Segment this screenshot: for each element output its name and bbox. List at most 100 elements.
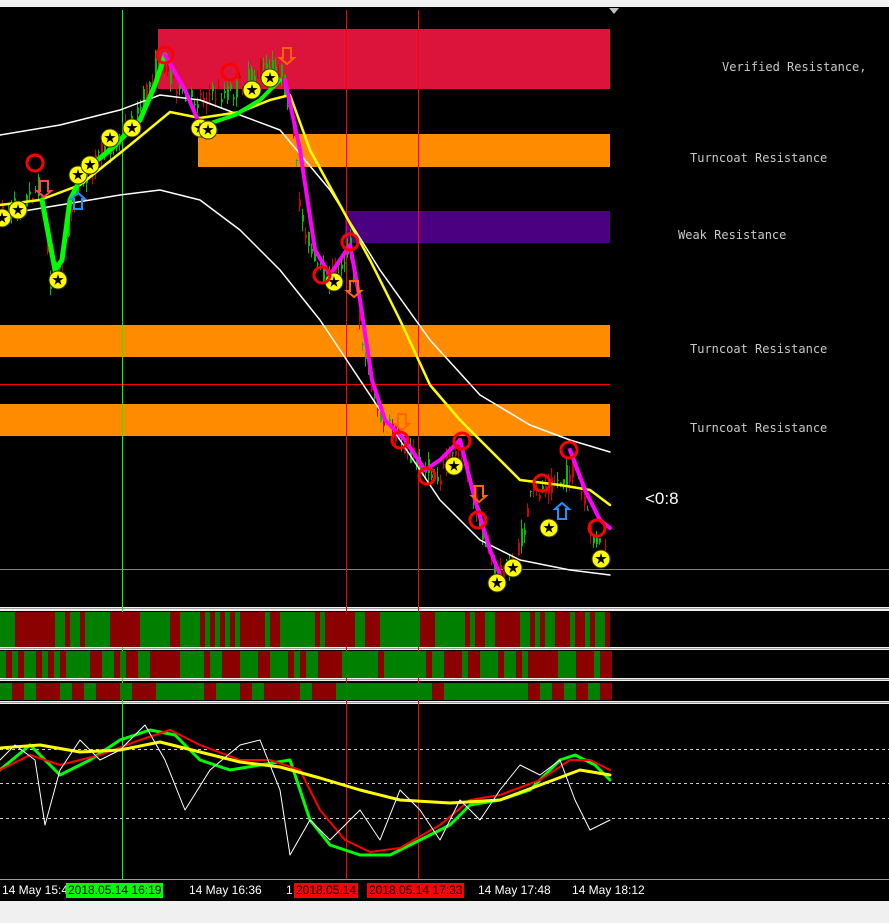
candle-body <box>224 90 226 93</box>
heatbar-cell <box>396 683 408 700</box>
heatbar-cell <box>438 651 444 678</box>
candle-body <box>518 542 520 555</box>
chart-shift-arrow-icon[interactable] <box>609 8 619 14</box>
heatbar-cell <box>348 683 360 700</box>
heatbar-cell <box>12 651 18 678</box>
heatbar-cell <box>360 612 365 647</box>
heatbar-cell <box>470 612 475 647</box>
heatbar-cell <box>354 651 360 678</box>
candle-body <box>440 480 442 485</box>
heatbar-cell <box>78 651 84 678</box>
candle-body <box>281 64 283 78</box>
heatbar-cell <box>120 651 126 678</box>
candle-body <box>218 86 220 88</box>
main-pane-bg <box>0 7 889 607</box>
heatbar-cell <box>264 651 270 678</box>
heatbar-cell <box>355 612 360 647</box>
price-chart[interactable] <box>0 0 889 923</box>
heatbar-cell <box>300 612 305 647</box>
heatbar-cell <box>342 651 348 678</box>
heatbar-cell <box>84 651 90 678</box>
heatbar-cell <box>375 612 380 647</box>
heatbar-cell <box>560 612 565 647</box>
turncoat-resistance-zone-3 <box>0 404 610 436</box>
heatbar-cell <box>190 612 195 647</box>
heatbar-cell <box>380 612 385 647</box>
heatbar-cell <box>20 612 25 647</box>
heatbar-cell <box>324 651 330 678</box>
candle-body <box>539 494 541 499</box>
candle-body <box>344 262 346 264</box>
heatbar-cell <box>150 651 156 678</box>
heatbar-cell <box>425 612 430 647</box>
candle-body <box>581 491 583 493</box>
heatbar-cell <box>320 612 325 647</box>
heatbar-cell <box>40 612 45 647</box>
heatbar-cell <box>505 612 510 647</box>
heatbar-cell <box>485 612 490 647</box>
candle-body <box>143 88 145 105</box>
candle-body <box>557 479 559 481</box>
heatbar-cell <box>168 651 174 678</box>
heatbar-cell <box>234 651 240 678</box>
heatbar-cell <box>305 612 310 647</box>
chart-window[interactable]: Verified Resistance, Turncoat Resistance… <box>0 0 889 923</box>
heatbar-cell <box>24 683 36 700</box>
turncoat-resistance-label-2: Turncoat Resistance <box>690 342 828 356</box>
heatbar-cell <box>15 612 20 647</box>
heatbar-cell <box>36 651 42 678</box>
candle-body <box>542 485 544 490</box>
heatbar-cell <box>132 683 144 700</box>
candle-body <box>530 490 532 492</box>
time-axis-label-red-line-2: 2018.05.14 17:33 <box>367 883 465 898</box>
heatbar-cell <box>60 683 72 700</box>
heatbar-cell <box>12 683 24 700</box>
heatbar-cell <box>5 612 10 647</box>
heatbar-cell <box>138 651 144 678</box>
candle-body <box>569 475 571 482</box>
heatbar-cell <box>228 683 240 700</box>
heatbar-cell <box>540 683 552 700</box>
heatbar-cell <box>588 651 594 678</box>
heatbar-cell <box>65 612 70 647</box>
heatbar-cell <box>330 651 336 678</box>
heatbar-cell <box>492 651 498 678</box>
candle-body <box>587 509 589 511</box>
candle-body <box>263 63 265 65</box>
time-axis-label-green-line: 2018.05.14 16:19 <box>66 883 164 898</box>
heatbar-cell <box>565 612 570 647</box>
candle-body <box>500 565 502 570</box>
heatbar-cell <box>520 612 525 647</box>
time-axis-label-3: 14 May 16:36 <box>189 883 262 897</box>
heatbar-cell <box>18 651 24 678</box>
heatbar-cell <box>120 612 125 647</box>
heatbar-cell <box>460 612 465 647</box>
heatbar-cell <box>400 612 405 647</box>
heatbar-cell <box>245 612 250 647</box>
candle-body <box>605 545 607 547</box>
candle-body <box>311 248 313 254</box>
candle-body <box>140 107 142 109</box>
candle-body <box>521 528 523 547</box>
heatbar-cell <box>110 612 115 647</box>
candle-body <box>362 343 364 346</box>
heatbar-cell <box>408 683 420 700</box>
heatbar-cell <box>35 612 40 647</box>
candle-body <box>299 199 301 207</box>
heatbar-cell <box>576 683 588 700</box>
heatbar-cell <box>486 651 492 678</box>
candle-body <box>194 104 196 106</box>
candle-body <box>455 451 457 456</box>
heatbar-cell <box>54 651 60 678</box>
heatbar-cell <box>522 651 528 678</box>
heatbar-cell <box>60 612 65 647</box>
heatbar-cell <box>580 612 585 647</box>
heatbar-cell <box>432 651 438 678</box>
candle-body <box>230 84 232 89</box>
heatbar-cell <box>475 612 480 647</box>
candle-body <box>452 452 454 454</box>
heatbar-cell <box>300 683 312 700</box>
weak-resistance-label: Weak Resistance <box>678 228 787 242</box>
heatbar-cell <box>420 612 425 647</box>
heatbar-cell <box>445 612 450 647</box>
